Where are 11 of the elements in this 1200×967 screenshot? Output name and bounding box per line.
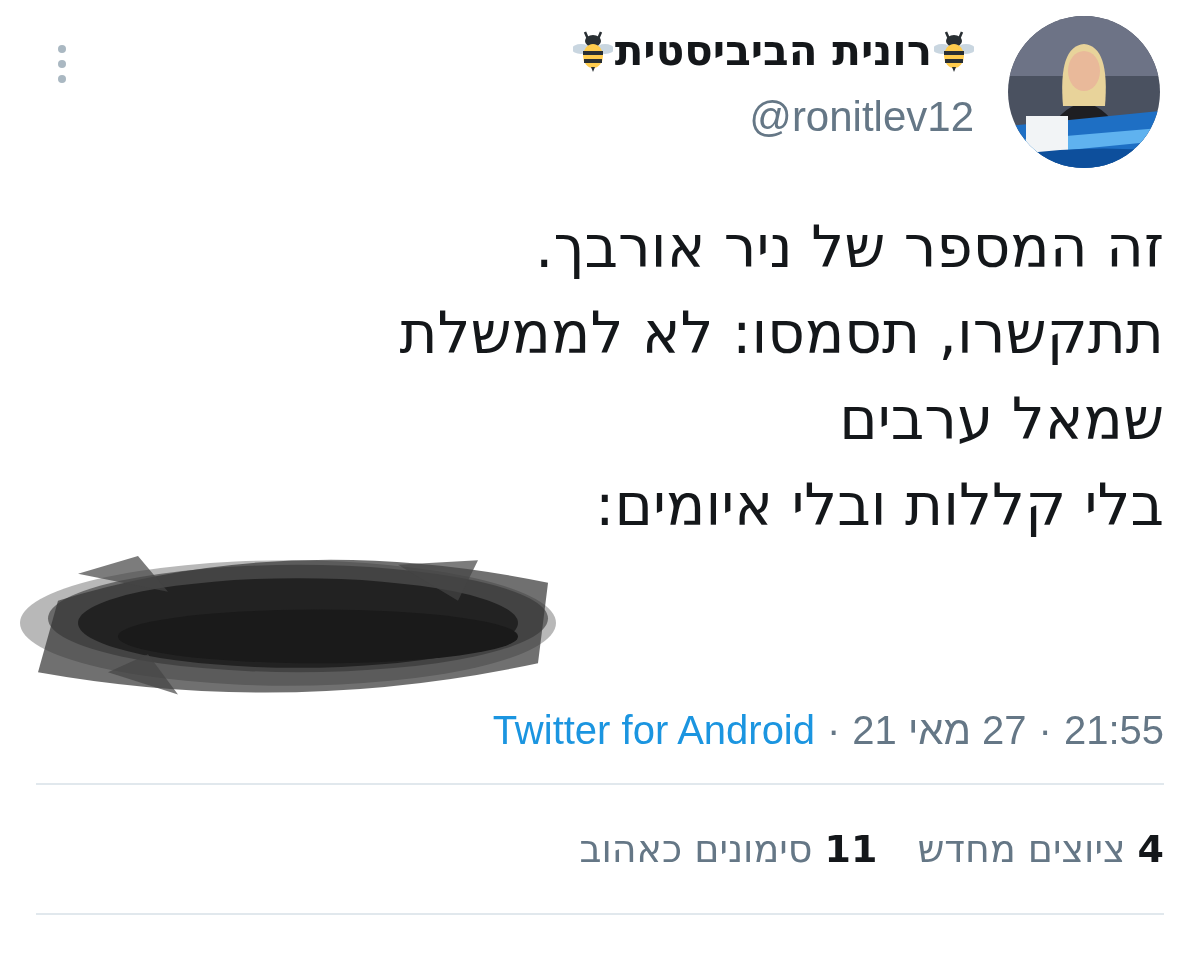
- tweet-text-line: זה המספר של ניר אורבך.: [533, 212, 1164, 283]
- tweet-time: 21:55: [1063, 708, 1164, 753]
- tweet-text-line: שמאל ערבים: [838, 384, 1164, 455]
- separator-dot: ·: [1038, 708, 1052, 753]
- tweet-text-line: תתקשרו, תסמסו: לא לממשלת: [398, 298, 1164, 369]
- tweet-date: 27 מאי 21: [852, 708, 1027, 753]
- display-name[interactable]: רונית הביביסטית: [614, 26, 932, 75]
- more-options-icon[interactable]: [56, 44, 68, 84]
- tweet-text-line: בלי קללות ובלי איומים:: [594, 470, 1164, 541]
- separator-dot: ·: [827, 708, 841, 753]
- username[interactable]: @ronitlev12: [749, 93, 974, 141]
